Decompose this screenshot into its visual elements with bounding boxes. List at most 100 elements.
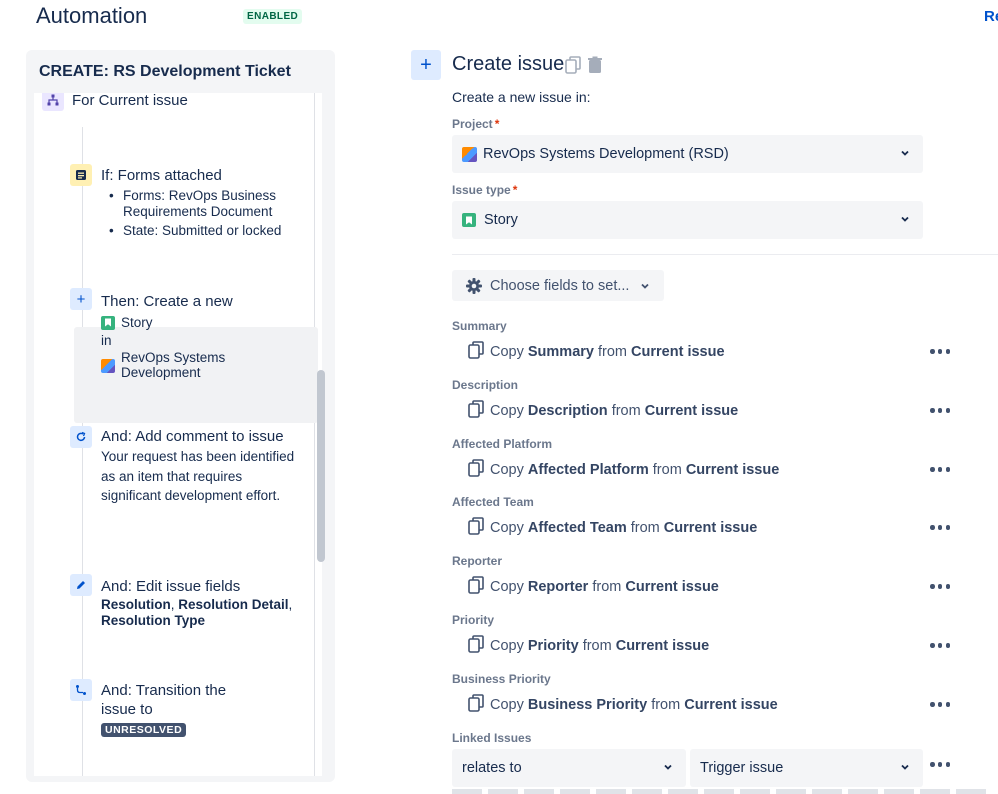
copy-source: Current issue [625, 579, 719, 595]
rule-name: CREATE: RS Development Ticket [39, 63, 291, 80]
in-label: in [101, 332, 112, 348]
condition-bullet: Forms: RevOps Business Requirements Docu… [109, 188, 311, 220]
from-word: from [611, 403, 641, 419]
from-word: from [652, 462, 682, 478]
form-icon [70, 164, 92, 186]
branch-component[interactable]: For Current issue [72, 93, 188, 110]
from-word: from [592, 579, 622, 595]
link-target-select[interactable]: Trigger issue [690, 749, 923, 787]
condition-title: If: Forms attached [101, 167, 222, 184]
plus-icon: + [70, 288, 92, 310]
field-label: Reporter [452, 554, 503, 568]
link-target-value: Trigger issue [700, 760, 784, 776]
copy-word: Copy [490, 697, 524, 713]
copy-field-row[interactable]: Copy Reporter from Current issue [468, 576, 719, 597]
gear-icon [465, 277, 483, 295]
return-link[interactable]: Re [984, 8, 998, 25]
issue-type-line: Story [101, 313, 301, 333]
field-label: Priority [452, 613, 495, 627]
project-select[interactable]: RevOps Systems Development (RSD) [452, 135, 923, 173]
link-type-select[interactable]: relates to [452, 749, 686, 787]
issue-type-label: Issue type * [452, 183, 518, 197]
copy-source: Current issue [615, 638, 710, 654]
copy-field-row[interactable]: Copy Affected Platform from Current issu… [468, 459, 779, 480]
issue-type-select[interactable]: Story [452, 201, 923, 239]
more-actions-button[interactable] [930, 584, 950, 590]
more-actions-button[interactable] [930, 349, 950, 355]
edit-field: Resolution [101, 597, 171, 612]
from-word: from [651, 697, 681, 713]
copy-field-name: Description [527, 403, 608, 419]
copy-word: Copy [490, 462, 524, 478]
status-badge: ENABLED [243, 9, 303, 24]
copy-icon [468, 400, 484, 422]
more-actions-button[interactable] [930, 467, 950, 473]
copy-word: Copy [490, 638, 524, 654]
chevron-down-icon [639, 280, 651, 292]
add-comment-component[interactable]: And: Add comment to issue Your request h… [101, 427, 301, 506]
comment-refresh-icon [70, 426, 92, 448]
copy-field-row[interactable]: Copy Affected Team from Current issue [468, 517, 758, 538]
issue-type-value: Story [484, 212, 518, 228]
copy-source: Current issue [663, 520, 758, 536]
delete-icon[interactable] [586, 56, 604, 79]
copy-word: Copy [490, 403, 524, 419]
copy-source: Current issue [644, 403, 739, 419]
transition-component[interactable]: And: Transition the issue to UNRESOLVED [101, 681, 251, 738]
action-type-icon: + [411, 50, 441, 80]
more-actions-button[interactable] [930, 702, 950, 708]
top-bar: Automation ENABLED Re [0, 0, 998, 40]
linked-issues-label: Linked Issues [452, 731, 532, 745]
section-divider [452, 254, 998, 255]
rule-scrollbar[interactable] [317, 370, 325, 562]
rule-chain-list: For Current issue If: Forms attached For… [34, 93, 322, 776]
project-avatar-icon [101, 358, 115, 373]
link-type-value: relates to [462, 760, 522, 776]
chevron-down-icon [899, 761, 911, 777]
copy-field-name: Affected Platform [527, 462, 649, 478]
field-label: Summary [452, 319, 507, 333]
create-in-label: Create a new issue in: [452, 89, 591, 105]
edit-field: Resolution Detail [178, 597, 289, 612]
more-actions-button[interactable] [930, 762, 950, 768]
field-label: Business Priority [452, 672, 551, 686]
create-issue-component[interactable]: Then: Create a new Story in RevOps Syste… [101, 292, 301, 381]
project-line: RevOps Systems Development [101, 350, 301, 381]
chevron-down-icon [899, 147, 911, 163]
choose-fields-button[interactable]: Choose fields to set... [452, 270, 664, 301]
condition-bullet: State: Submitted or locked [109, 223, 311, 239]
more-actions-button[interactable] [930, 525, 950, 531]
copy-field-name: Business Priority [527, 697, 648, 713]
copy-field-name: Reporter [527, 579, 589, 595]
transition-icon [70, 679, 92, 701]
copy-source: Current issue [684, 697, 778, 713]
page-title: Automation [36, 3, 148, 28]
field-label: Affected Platform [452, 437, 553, 451]
project-text: RevOps Systems Development [121, 349, 226, 381]
edit-fields-list: Resolution, Resolution Detail, Resolutio… [101, 597, 306, 629]
duplicate-icon[interactable] [565, 56, 581, 79]
copy-field-name: Affected Team [527, 520, 627, 536]
project-label: Project * [452, 117, 500, 131]
rule-chain-panel: CREATE: RS Development Ticket For Curren… [26, 50, 335, 782]
copy-word: Copy [490, 520, 524, 536]
project-select-value: RevOps Systems Development (RSD) [483, 146, 729, 162]
edit-fields-component[interactable]: And: Edit issue fields Resolution, Resol… [101, 577, 306, 629]
edit-title: And: Edit issue fields [101, 578, 241, 595]
from-word: from [630, 520, 660, 536]
edit-separator: , [288, 597, 293, 612]
edit-field: Resolution Type [101, 613, 206, 628]
more-actions-button[interactable] [930, 643, 950, 649]
create-title: Then: Create a new [101, 293, 233, 310]
field-label: Description [452, 378, 519, 392]
copy-field-row[interactable]: Copy Description from Current issue [468, 400, 739, 422]
condition-component[interactable]: If: Forms attached Forms: RevOps Busines… [101, 166, 311, 242]
copy-field-row[interactable]: Copy Business Priority from Current issu… [468, 694, 778, 715]
chevron-down-icon [899, 213, 911, 229]
more-actions-button[interactable] [930, 408, 950, 414]
helper-text-cutoff [452, 789, 992, 794]
pencil-icon [70, 574, 92, 596]
copy-field-row[interactable]: Copy Summary from Current issue [468, 341, 725, 362]
choose-fields-label: Choose fields to set... [490, 277, 630, 294]
copy-field-row[interactable]: Copy Priority from Current issue [468, 635, 710, 656]
